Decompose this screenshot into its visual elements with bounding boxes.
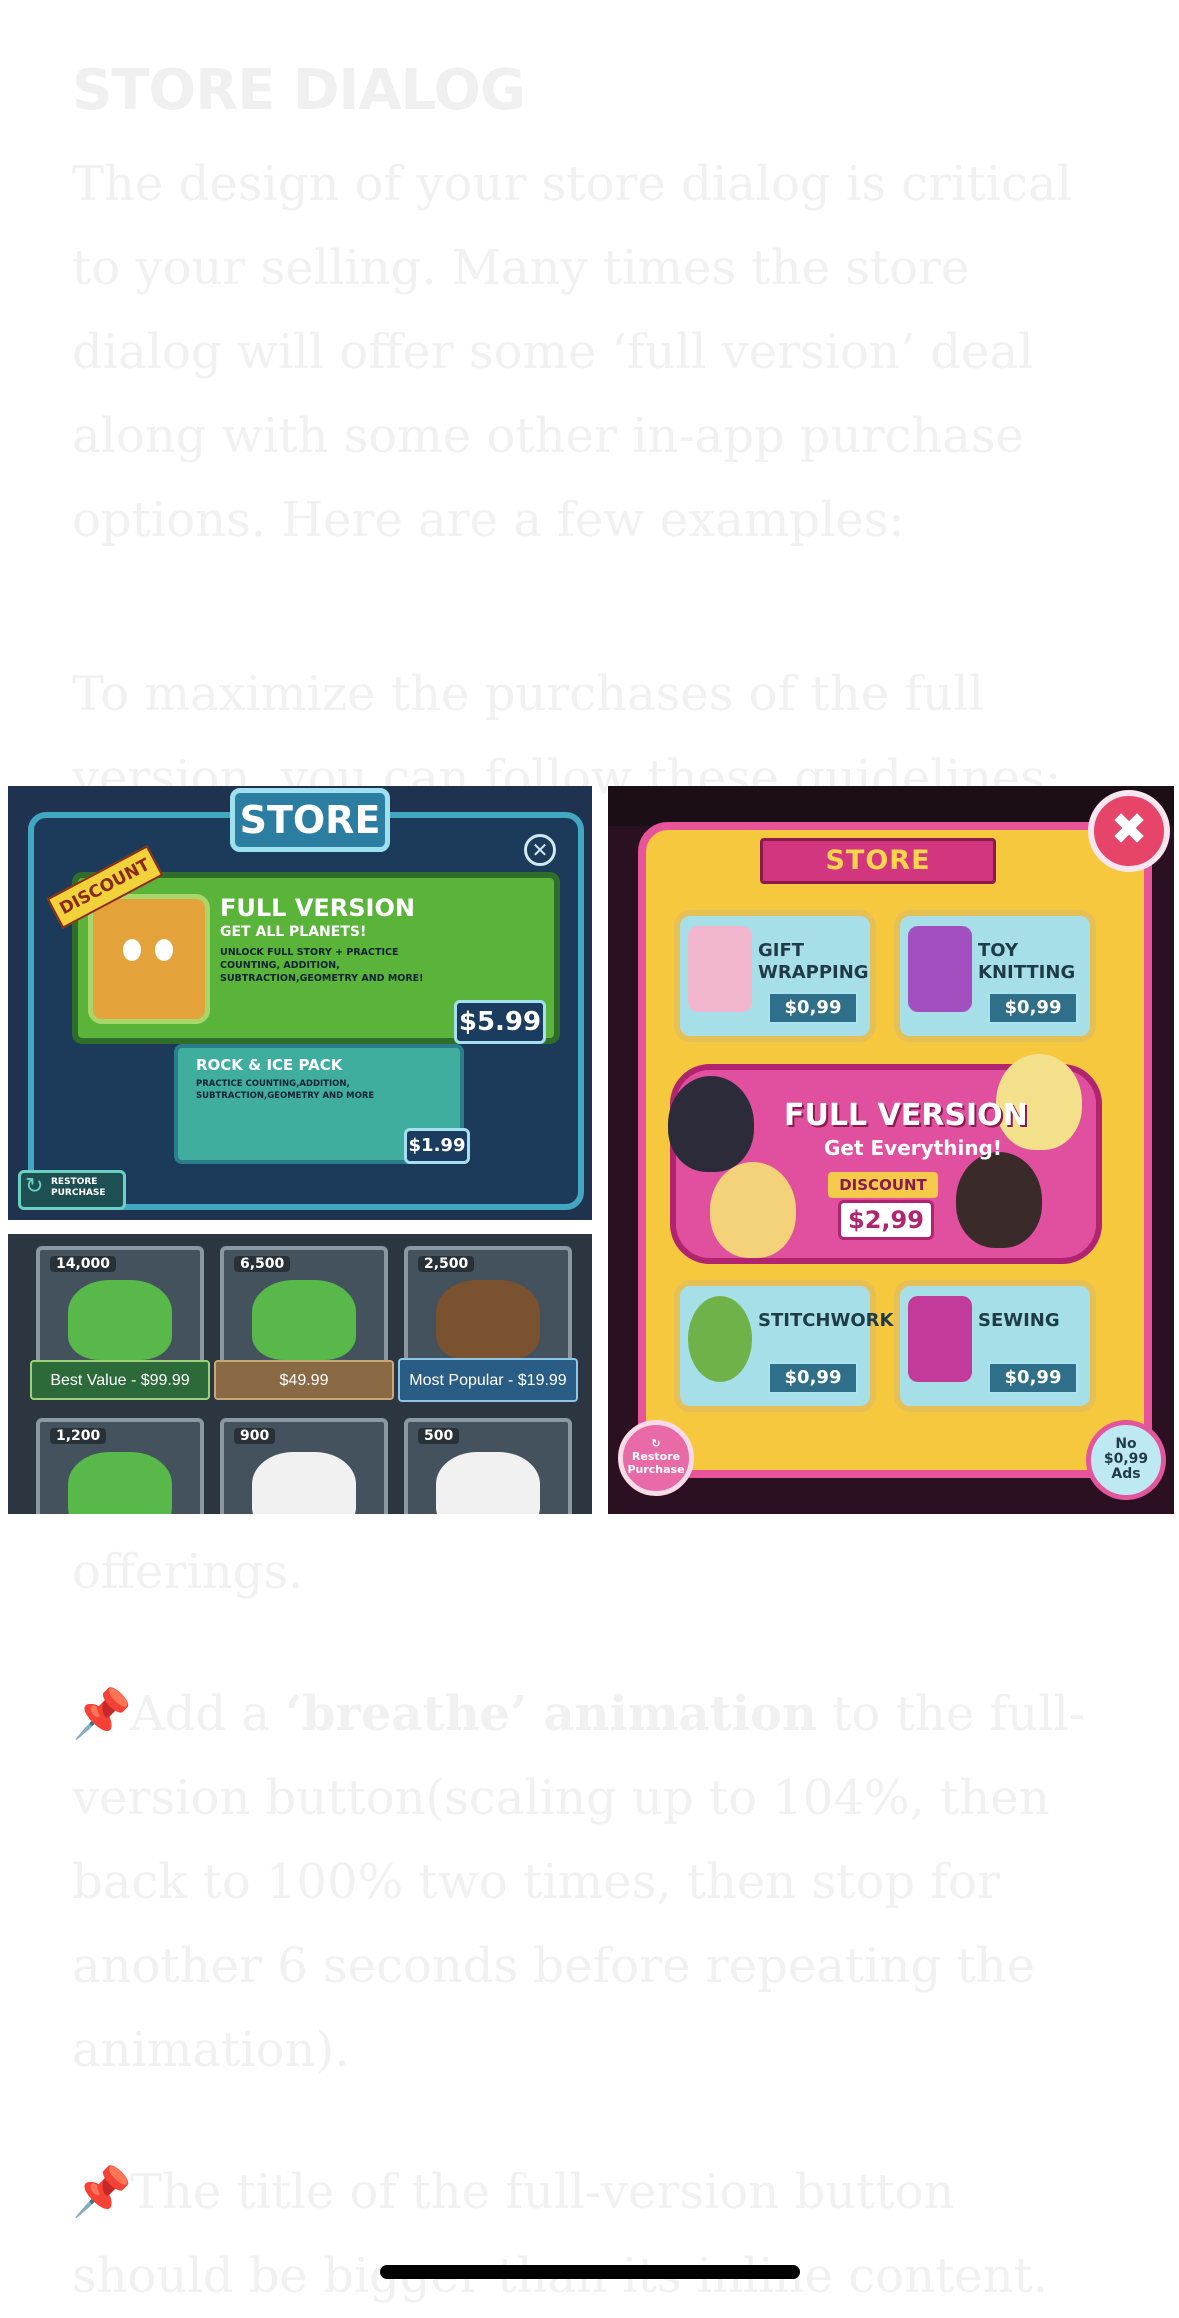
item-price-button[interactable]: $0,99 [768, 992, 858, 1024]
dress-icon [908, 1296, 972, 1382]
cash-pile-image [68, 1280, 172, 1360]
pack-count: 2,500 [418, 1256, 475, 1272]
sewing-item[interactable]: SEWING $0,99 [894, 1280, 1096, 1412]
article-heading: STORE DIALOG [72, 58, 526, 123]
gift-wrapping-item[interactable]: GIFT WRAPPING $0,99 [674, 910, 876, 1042]
pack-card[interactable]: 900 [220, 1418, 388, 1514]
full-version-title: FULL VERSION [784, 1098, 1028, 1133]
store-title: STORE [230, 788, 390, 852]
character-image [668, 1076, 754, 1172]
pack-description: PRACTICE COUNTING,ADDITION, SUBTRACTION,… [196, 1079, 375, 1101]
article-tip-2: 📌The title of the full-version button sh… [72, 2150, 1112, 2318]
restore-label: RESTORE PURCHASE [51, 1177, 106, 1198]
close-icon[interactable]: ✕ [524, 834, 556, 866]
eye [155, 939, 173, 961]
restore-icon: ↻ [25, 1174, 44, 1199]
chicken-image [436, 1452, 540, 1514]
pack-price-label: Most Popular - $19.99 [398, 1358, 578, 1402]
store-screenshot-space: STORE ✕ FULL VERSION GET ALL PLANETS! UN… [8, 786, 592, 1220]
full-version-price-button[interactable]: $5.99 [454, 1000, 546, 1044]
pack-count: 900 [234, 1428, 276, 1444]
discount-badge: DISCOUNT [828, 1172, 938, 1198]
item-price-button[interactable]: $0,99 [768, 1362, 858, 1394]
eye [123, 939, 141, 961]
restore-label: Restore Purchase [627, 1450, 685, 1476]
tip-2-text: The title of the full-version button sho… [72, 2164, 1049, 2304]
pack-title: ROCK & ICE PACK [196, 1056, 343, 1074]
store-screenshot-farm: 14,000 6,500 2,500 Best Value - $99.99 $… [8, 1234, 592, 1514]
tip-1-pre: Add a [130, 1686, 286, 1742]
toy-knitting-item[interactable]: TOY KNITTING $0,99 [894, 910, 1096, 1042]
item-price-button[interactable]: $0,99 [988, 992, 1078, 1024]
store-title: STORE [760, 838, 996, 884]
gift-icon [688, 926, 752, 1012]
no-ads-button[interactable]: No $0,99 Ads [1086, 1420, 1166, 1500]
tip-1-post: to the full-version button(scaling up to… [72, 1686, 1086, 2078]
close-icon[interactable]: ✖ [1088, 790, 1170, 872]
no-ads-bottom: Ads [1111, 1466, 1141, 1482]
chicken-image [252, 1452, 356, 1514]
tip-1-bold: ‘breathe’ animation [285, 1686, 817, 1742]
article-tip-1: 📌Add a ‘breathe’ animation to the full-v… [72, 1672, 1112, 2092]
full-version-offer[interactable]: FULL VERSION Get Everything! DISCOUNT $2… [668, 1054, 1102, 1264]
restore-purchase-button[interactable]: ↻ RESTORE PURCHASE [18, 1170, 126, 1210]
pack-card[interactable]: 1,200 [36, 1418, 204, 1514]
stitchwork-item[interactable]: STITCHWORK $0,99 [674, 1280, 894, 1412]
bucket-image [436, 1280, 540, 1360]
item-price-button[interactable]: $0,99 [988, 1362, 1078, 1394]
pack-count: 14,000 [50, 1256, 117, 1272]
article-intro: The design of your store dialog is criti… [72, 156, 1072, 548]
embroidery-hoop-icon [688, 1296, 752, 1382]
full-version-subtitle: GET ALL PLANETS! [220, 924, 367, 940]
full-version-price[interactable]: $2,99 [838, 1200, 934, 1240]
pack-price-button[interactable]: $1.99 [404, 1128, 470, 1164]
item-name: SEWING [978, 1310, 1060, 1331]
rock-ice-pack-offer[interactable]: ROCK & ICE PACK PRACTICE COUNTING,ADDITI… [174, 1044, 470, 1164]
item-name: TOY KNITTING [978, 940, 1076, 983]
item-name: STITCHWORK [758, 1310, 894, 1331]
pack-count: 6,500 [234, 1256, 291, 1272]
cash-pile-image [252, 1280, 356, 1360]
character-image [956, 1152, 1042, 1248]
pack-price-label: $49.99 [214, 1360, 394, 1400]
store-screenshot-crafts: ✖ STORE GIFT WRAPPING $0,99 TOY KNITTING… [608, 786, 1174, 1514]
pack-count: 1,200 [50, 1428, 107, 1444]
chicken-image [68, 1452, 172, 1514]
restore-purchase-button[interactable]: ↻ Restore Purchase [618, 1420, 694, 1496]
article-offerings-tail: offerings. [72, 1544, 304, 1600]
home-indicator[interactable] [380, 2265, 800, 2279]
pin-icon: 📌 [72, 2164, 132, 2220]
pack-card[interactable]: 500 [404, 1418, 572, 1514]
yarn-toy-icon [908, 926, 972, 1012]
character-image [88, 894, 210, 1024]
item-name: GIFT WRAPPING [758, 940, 869, 983]
full-version-subtitle: Get Everything! [824, 1136, 1002, 1160]
no-ads-top: No [1115, 1436, 1137, 1452]
pack-price-label: Best Value - $99.99 [30, 1360, 210, 1400]
character-image [710, 1162, 796, 1258]
no-ads-price: $0,99 [1103, 1451, 1149, 1467]
full-version-description: UNLOCK FULL STORY + PRACTICE COUNTING, A… [220, 947, 424, 984]
pack-count: 500 [418, 1428, 460, 1444]
full-version-title: FULL VERSION [220, 894, 415, 922]
restore-icon: ↻ [651, 1437, 661, 1450]
pin-icon: 📌 [72, 1686, 132, 1742]
